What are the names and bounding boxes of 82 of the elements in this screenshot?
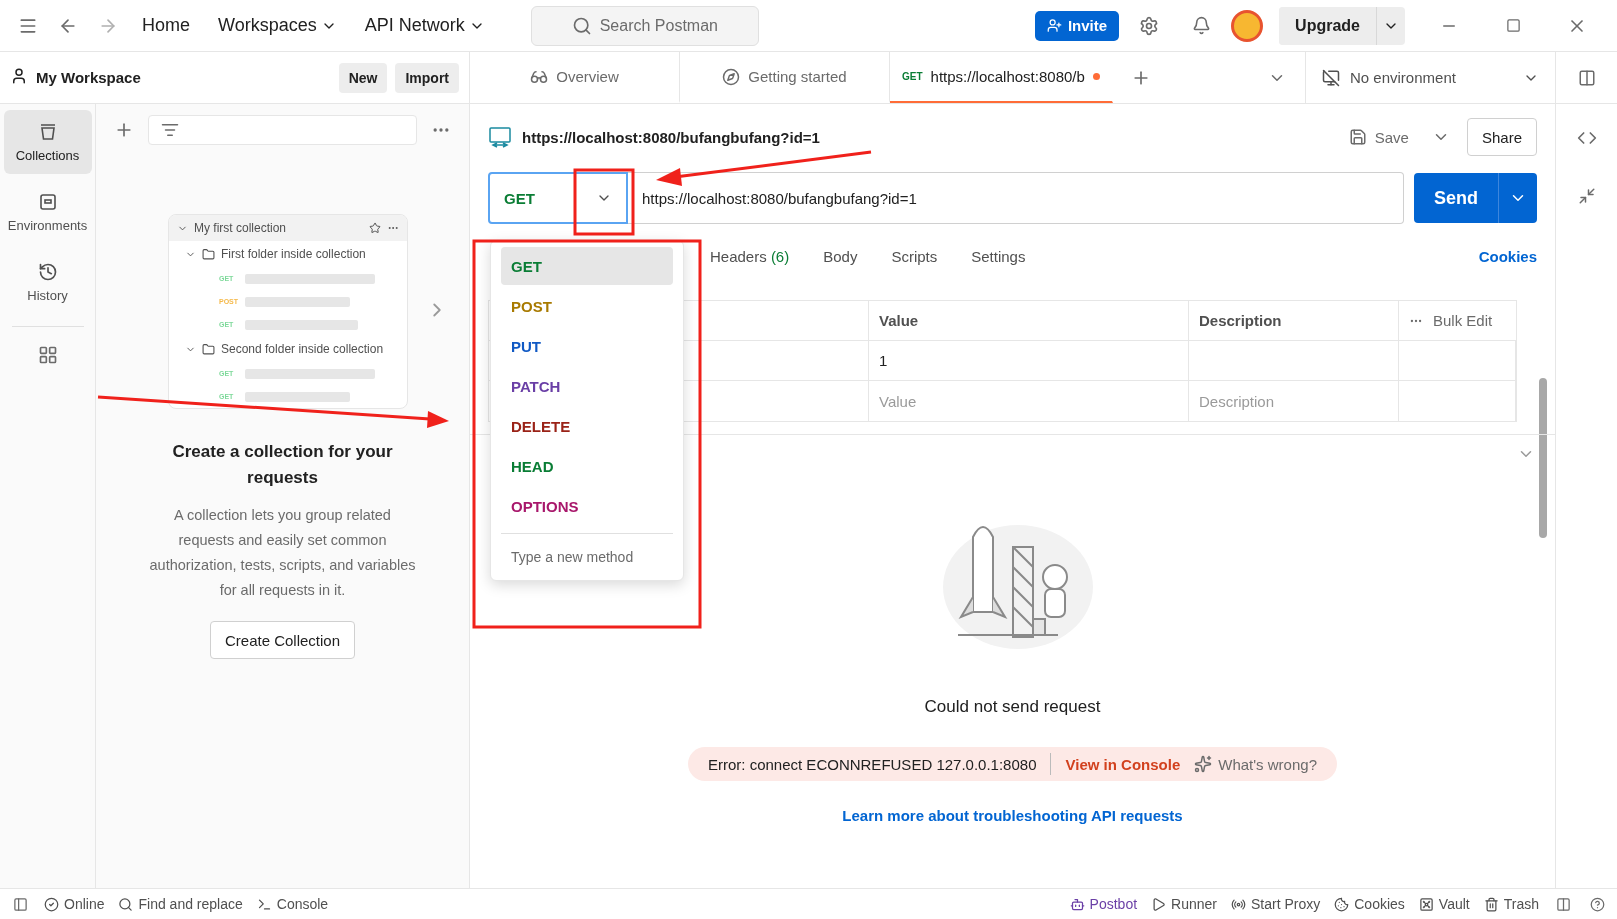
workspace-title: My Workspace xyxy=(36,69,142,86)
import-button[interactable]: Import xyxy=(395,62,459,93)
status-item[interactable]: Vault xyxy=(1418,896,1470,912)
new-method-field[interactable]: Type a new method xyxy=(501,542,673,572)
nav-link[interactable]: Home xyxy=(132,15,200,36)
status-item[interactable]: Console xyxy=(256,896,329,912)
status-item[interactable]: Trash xyxy=(1483,896,1539,912)
method-option[interactable]: OPTIONS xyxy=(501,487,673,525)
filter-field[interactable] xyxy=(148,115,417,145)
online-icon xyxy=(44,896,59,912)
star-icon xyxy=(369,222,381,234)
crossed-monitor-icon xyxy=(1322,68,1340,87)
status-item[interactable]: Cookies xyxy=(1334,896,1405,912)
method-select[interactable]: GET xyxy=(488,172,628,224)
request-section-tab[interactable]: Body xyxy=(823,247,858,265)
empty-heading: Create a collection for your requests xyxy=(171,441,394,489)
unsaved-dot xyxy=(1092,73,1100,80)
search-icon xyxy=(571,15,592,36)
annotation-box xyxy=(573,168,635,236)
folder-icon xyxy=(202,247,215,261)
sidebar-tab[interactable]: Environments xyxy=(3,180,92,244)
robot-icon xyxy=(1069,896,1085,912)
folder-icon xyxy=(202,342,215,356)
request-section-tab[interactable]: Settings xyxy=(971,247,1026,265)
folder-name: First folder inside collection xyxy=(221,247,366,261)
filter-icon xyxy=(161,121,179,139)
status-item[interactable]: Runner xyxy=(1151,896,1217,912)
vault-icon xyxy=(1418,896,1434,912)
request-section-tab[interactable]: Scripts xyxy=(891,247,938,265)
status-item[interactable]: Find and replace xyxy=(118,896,243,912)
collection-name: My first collection xyxy=(194,221,288,235)
request-title: https://localhost:8080/bufangbufang?id=1 xyxy=(522,128,821,146)
request-tab[interactable]: Overview xyxy=(470,52,680,103)
status-item[interactable]: Online xyxy=(44,896,105,912)
method-option[interactable]: DELETE xyxy=(501,407,673,445)
method-option[interactable]: HEAD xyxy=(501,447,673,485)
nav-link[interactable]: API Network xyxy=(354,15,495,36)
request-tab[interactable]: GET https://localhost:8080/b xyxy=(890,52,1113,103)
request-tab[interactable]: Getting started xyxy=(680,52,890,103)
trash-icon xyxy=(1483,896,1499,912)
compass-icon xyxy=(722,67,741,86)
url-field[interactable]: https://localhost:8080/bufangbufang?id=1 xyxy=(628,172,1404,224)
terminal-icon xyxy=(256,896,272,912)
column-header: Value xyxy=(869,301,1189,341)
response-message: Could not send request xyxy=(924,697,1101,717)
bulk-edit-link[interactable]: Bulk Edit xyxy=(1433,312,1493,329)
add-user-icon xyxy=(1046,18,1062,33)
floppy-icon xyxy=(1348,128,1367,146)
share-button[interactable]: Share xyxy=(1466,118,1537,156)
error-text: Error: connect ECONNREFUSED 127.0.0.1:8080 xyxy=(708,755,1037,773)
request-section-tab[interactable]: Headers (6) xyxy=(710,247,790,265)
status-item[interactable]: Postbot xyxy=(1069,896,1138,912)
method-option[interactable]: PATCH xyxy=(501,367,673,405)
environment-select[interactable]: No environment xyxy=(1305,52,1555,103)
avatar[interactable] xyxy=(1231,9,1264,42)
learn-more-link[interactable]: Learn more about troubleshooting API requests xyxy=(842,807,1183,824)
whats-wrong-button[interactable]: What's wrong? xyxy=(1194,755,1317,773)
table-cell: 1 xyxy=(869,341,1189,381)
environment-icon xyxy=(37,191,58,212)
new-button[interactable]: New xyxy=(338,62,388,93)
method-option[interactable]: POST xyxy=(501,287,673,325)
invite-button[interactable]: Invite xyxy=(1034,10,1120,41)
view-console-link[interactable]: View in Console xyxy=(1065,755,1181,773)
method-option[interactable]: PUT xyxy=(501,327,673,365)
search-icon xyxy=(118,896,134,912)
folder-name: Second folder inside collection xyxy=(221,342,384,356)
status-item[interactable]: Start Proxy xyxy=(1231,896,1321,912)
scrollbar[interactable] xyxy=(1539,378,1547,538)
method-option[interactable]: GET xyxy=(501,247,673,285)
column-header: Description xyxy=(1189,301,1399,341)
sparkle-icon xyxy=(1194,755,1213,773)
save-button[interactable]: Save xyxy=(1342,127,1415,147)
sidebar-tab[interactable]: History xyxy=(3,250,92,314)
create-collection-button[interactable]: Create Collection xyxy=(209,621,356,659)
play-icon xyxy=(1151,896,1167,912)
sidebar-tab[interactable]: Collections xyxy=(3,110,92,174)
empty-description: A collection lets you group related requests and easily set common authorization, tests, scripts, and variables for all requests in it. xyxy=(148,506,417,600)
search-field[interactable]: Search Postman xyxy=(530,5,759,46)
cookies-link[interactable]: Cookies xyxy=(1478,247,1537,265)
history-icon xyxy=(37,261,58,282)
cookie-icon xyxy=(1334,896,1350,912)
nav-link[interactable]: Workspaces xyxy=(208,15,347,36)
